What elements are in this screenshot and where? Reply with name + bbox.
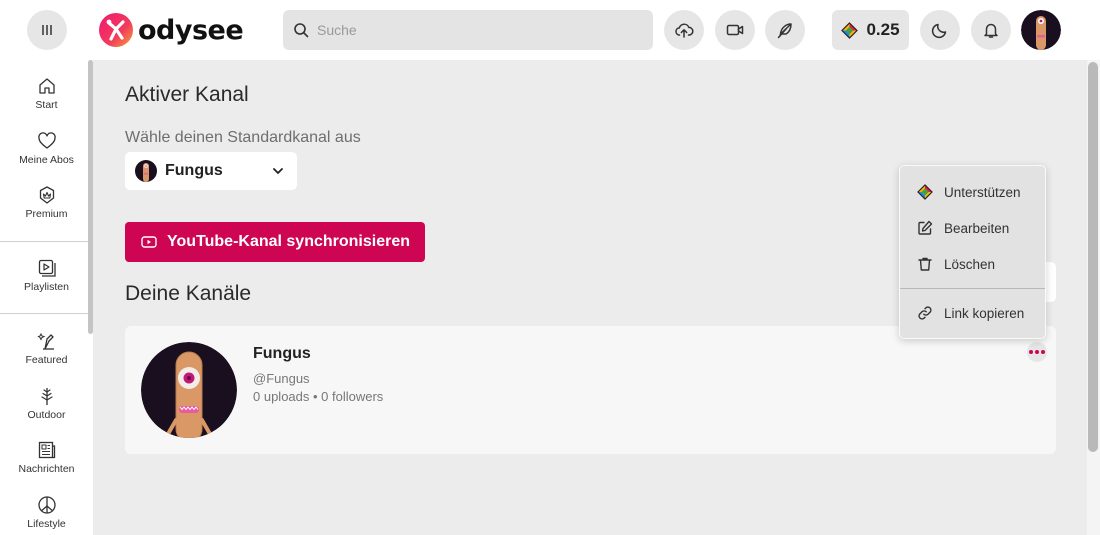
bell-icon <box>984 23 998 38</box>
edit-icon <box>918 220 933 235</box>
sidebar-item-label: Start <box>35 99 58 111</box>
sidebar-item-featured[interactable]: Featured <box>0 331 93 366</box>
menu-item-edit[interactable]: Bearbeiten <box>900 212 1045 244</box>
youtube-icon <box>141 236 157 248</box>
credits-amount: 0.25 <box>866 20 900 39</box>
dot-icon <box>1035 350 1039 354</box>
menu-item-copy-link[interactable]: Link kopieren <box>900 297 1045 329</box>
menu-toggle-button[interactable] <box>27 10 67 50</box>
menu-icon <box>42 25 52 35</box>
sidebar-item-label: Featured <box>25 354 68 366</box>
sidebar-item-premium[interactable]: Premium <box>0 185 93 220</box>
link-icon <box>918 306 932 320</box>
channel-name[interactable]: Fungus <box>253 345 311 363</box>
user-avatar-button[interactable] <box>1021 10 1061 50</box>
channel-avatar-large[interactable] <box>141 342 237 438</box>
trash-icon <box>918 257 932 271</box>
youtube-sync-button[interactable]: YouTube-Kanal synchronisieren <box>125 222 425 262</box>
youtube-sync-label: YouTube-Kanal synchronisieren <box>167 233 411 250</box>
premium-icon <box>39 186 54 204</box>
menu-divider <box>900 288 1045 289</box>
dot-icon <box>1041 350 1045 354</box>
sidebar-item-label: Lifestyle <box>27 518 66 530</box>
cloud-upload-icon <box>675 23 694 38</box>
top-header: odysee 0.25 <box>0 0 1100 60</box>
featured-icon <box>36 332 54 350</box>
peace-icon <box>37 496 56 514</box>
post-button[interactable] <box>765 10 805 50</box>
tree-icon <box>40 388 53 405</box>
page-scrollbar-thumb[interactable] <box>1088 62 1098 452</box>
lbc-credits-icon <box>917 184 933 200</box>
search-bar[interactable] <box>283 10 653 50</box>
channel-stats: 0 uploads • 0 followers <box>253 389 384 404</box>
channel-card[interactable]: Fungus @Fungus 0 uploads • 0 followers <box>125 326 1056 454</box>
sidebar: Start Meine Abos Premium Playlisten Feat… <box>0 60 93 535</box>
more-options-button[interactable] <box>1027 342 1047 362</box>
sidebar-item-label: Outdoor <box>27 409 66 421</box>
default-channel-select[interactable]: Fungus <box>125 152 297 190</box>
video-camera-icon <box>726 24 744 36</box>
sidebar-item-label: Premium <box>25 208 68 220</box>
sidebar-item-label: Playlisten <box>24 281 69 293</box>
playlist-icon <box>38 259 56 277</box>
sidebar-item-label: Meine Abos <box>19 154 74 166</box>
sidebar-item-start[interactable]: Start <box>0 76 93 111</box>
channel-handle: @Fungus <box>253 371 310 386</box>
fungus-avatar <box>1021 10 1061 50</box>
menu-item-support[interactable]: Unterstützen <box>900 176 1045 208</box>
sidebar-item-lifestyle[interactable]: Lifestyle <box>0 495 93 530</box>
menu-item-label: Unterstützen <box>944 184 1021 200</box>
sidebar-item-subscriptions[interactable]: Meine Abos <box>0 131 93 166</box>
logo-text: odysee <box>138 14 244 46</box>
active-channel-title: Aktiver Kanal <box>125 83 249 106</box>
odysee-logo[interactable]: odysee <box>98 10 244 50</box>
choose-default-channel-label: Wähle deinen Standardkanal aus <box>125 129 361 146</box>
sidebar-item-playlists[interactable]: Playlisten <box>0 258 93 293</box>
lbc-credits-icon <box>841 21 859 39</box>
sidebar-item-outdoor[interactable]: Outdoor <box>0 386 93 421</box>
upload-button[interactable] <box>664 10 704 50</box>
wallet-balance-button[interactable]: 0.25 <box>832 10 909 50</box>
menu-item-label: Link kopieren <box>944 305 1025 321</box>
notifications-button[interactable] <box>971 10 1011 50</box>
moon-icon <box>931 23 947 39</box>
your-channels-title: Deine Kanäle <box>125 282 252 305</box>
selected-channel-name: Fungus <box>165 162 223 179</box>
menu-item-label: Löschen <box>944 256 996 272</box>
sidebar-item-label: Nachrichten <box>18 463 75 475</box>
news-icon <box>38 441 55 459</box>
sidebar-divider <box>0 313 93 314</box>
menu-item-delete[interactable]: Löschen <box>900 248 1045 280</box>
sidebar-divider <box>0 241 93 242</box>
search-icon <box>294 23 309 38</box>
dot-icon <box>1029 350 1033 354</box>
sidebar-item-news[interactable]: Nachrichten <box>0 440 93 475</box>
feather-icon <box>777 23 792 39</box>
odysee-logo-icon <box>99 13 133 47</box>
fungus-avatar <box>141 342 237 438</box>
chevron-down-icon <box>273 168 283 174</box>
menu-item-label: Bearbeiten <box>944 220 1010 236</box>
heart-icon <box>37 132 56 149</box>
channel-avatar <box>135 160 157 182</box>
theme-toggle-button[interactable] <box>920 10 960 50</box>
channel-context-menu: Unterstützen Bearbeiten Löschen Link kop… <box>899 165 1046 339</box>
search-input[interactable] <box>317 22 637 38</box>
home-icon <box>38 78 55 94</box>
go-live-button[interactable] <box>715 10 755 50</box>
